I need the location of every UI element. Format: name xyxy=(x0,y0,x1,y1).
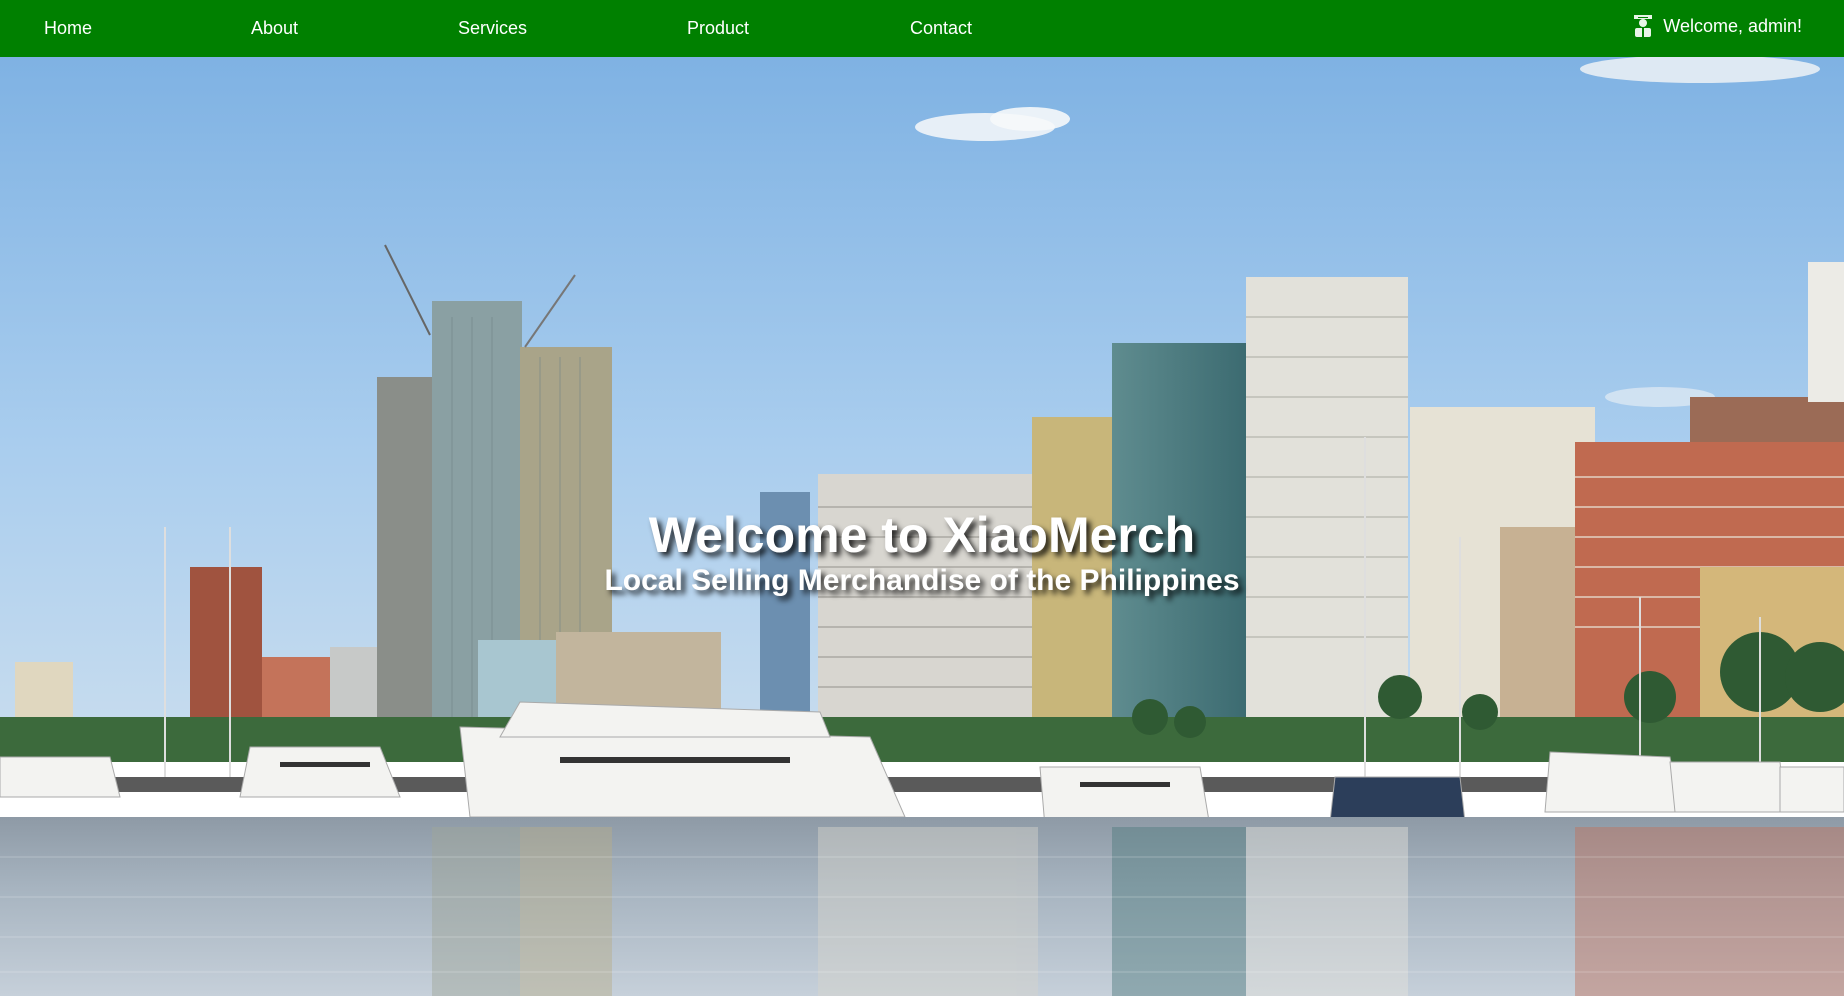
welcome-text: Welcome, admin! xyxy=(1663,15,1802,36)
nav-contact-link[interactable]: Contact xyxy=(910,17,972,39)
user-welcome[interactable]: Welcome, admin! xyxy=(1632,14,1802,38)
hero-title: Welcome to XiaoMerch xyxy=(648,507,1196,563)
hero-subtitle: Local Selling Merchandise of the Philipp… xyxy=(604,564,1240,597)
nav-services-link[interactable]: Services xyxy=(458,17,527,39)
top-navbar: Home About Services Product Contact Welc… xyxy=(0,0,1844,57)
page: Home About Services Product Contact Welc… xyxy=(0,0,1844,996)
admin-user-icon xyxy=(1634,15,1653,37)
nav-about-link[interactable]: About xyxy=(251,17,298,39)
nav-product-link[interactable]: Product xyxy=(687,17,749,39)
hero-text-block: Welcome to XiaoMerch Local Selling Merch… xyxy=(0,507,1844,599)
hero-section: Welcome to XiaoMerch Local Selling Merch… xyxy=(0,57,1844,996)
nav-home-link[interactable]: Home xyxy=(44,17,92,39)
